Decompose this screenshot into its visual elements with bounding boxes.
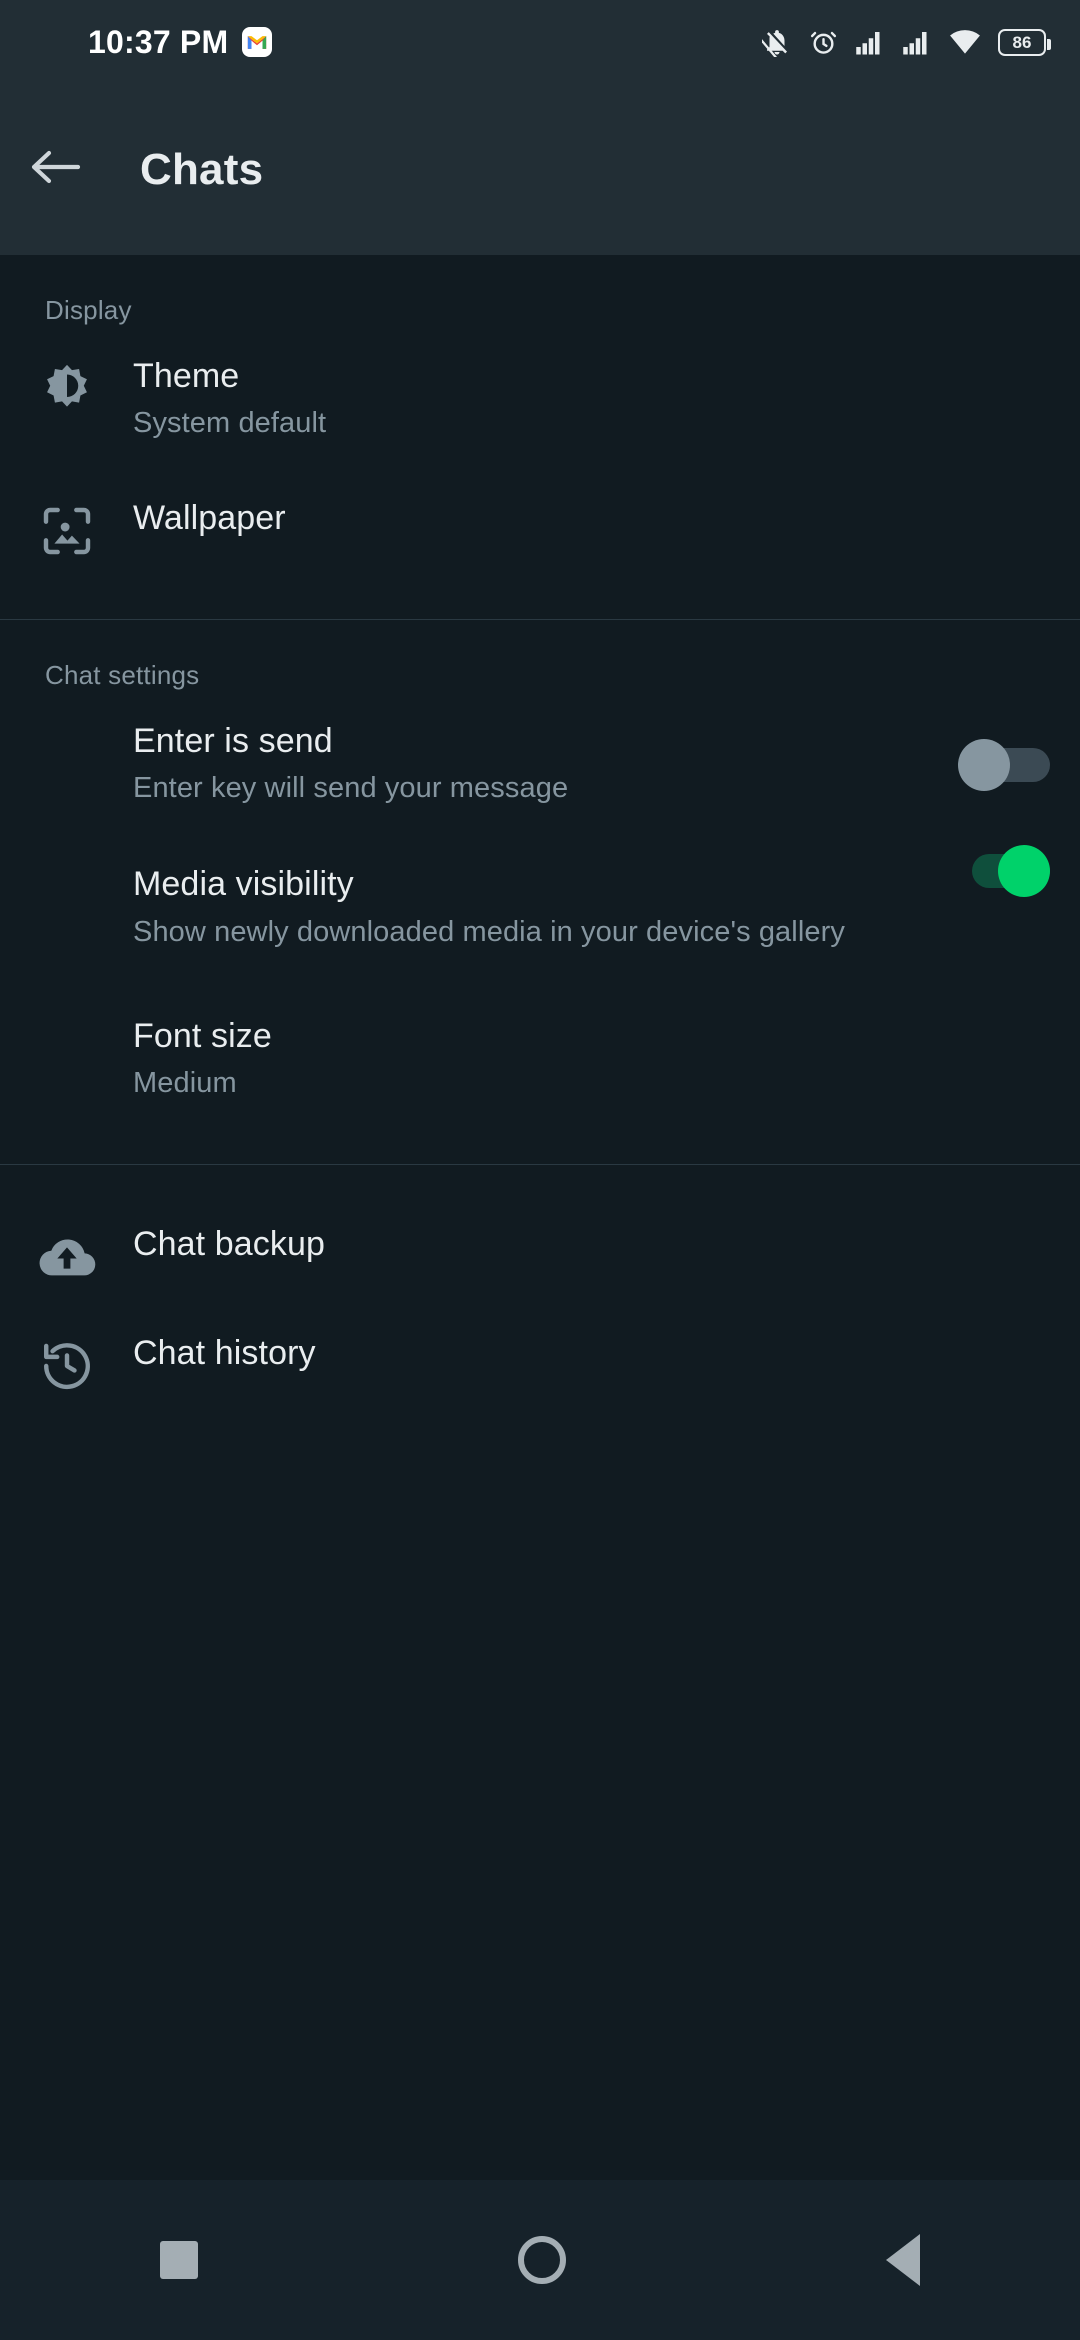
page-title: Chats xyxy=(140,144,264,194)
back-triangle-icon[interactable] xyxy=(886,2234,920,2286)
row-theme-subtitle: System default xyxy=(133,407,327,440)
brightness-theme-icon xyxy=(0,357,133,419)
row-theme-text: Theme System default xyxy=(133,357,1080,442)
section-header-display: Display xyxy=(45,295,132,325)
row-enter-is-send[interactable]: Enter is send Enter key will send your m… xyxy=(0,705,1080,827)
signal-bars-icon xyxy=(855,29,885,55)
row-chat-history-title: Chat history xyxy=(133,1333,316,1372)
home-circle-icon[interactable] xyxy=(518,2236,566,2284)
row-theme-title: Theme xyxy=(133,357,240,395)
section-chat-settings: Chat settings Enter is send Enter key wi… xyxy=(0,620,1080,1165)
status-bar-left: 10:37 PM xyxy=(88,23,273,61)
cloud-upload-icon xyxy=(0,1225,133,1287)
status-bar-clock: 10:37 PM xyxy=(88,23,229,60)
gmail-icon xyxy=(242,27,273,57)
row-font-size-title: Font size xyxy=(133,1016,272,1055)
back-button[interactable] xyxy=(8,147,104,192)
toggle-thumb xyxy=(958,738,1010,791)
wallpaper-image-icon xyxy=(0,499,133,559)
toggle-enter-is-send[interactable] xyxy=(958,738,1050,791)
section-header-chat-settings: Chat settings xyxy=(45,660,200,691)
back-arrow-icon xyxy=(30,147,82,192)
wifi-icon xyxy=(949,29,981,55)
row-wallpaper[interactable]: Wallpaper xyxy=(0,463,1080,619)
row-wallpaper-title: Wallpaper xyxy=(133,499,286,538)
row-theme[interactable]: Theme System default xyxy=(0,340,1080,463)
row-font-size-text: Font size Medium xyxy=(133,1017,1080,1102)
section-display: Display Theme System default Wallpaper xyxy=(0,255,1080,621)
row-font-size-icon-slot xyxy=(0,1017,133,1021)
row-media-visibility-title: Media visibility xyxy=(133,865,354,904)
row-chat-history[interactable]: Chat history xyxy=(0,1287,1080,1394)
notifications-off-icon xyxy=(762,27,792,57)
row-chat-history-text: Chat history xyxy=(133,1334,1080,1373)
status-bar-right: 86 xyxy=(762,27,1051,57)
row-enter-is-send-icon-slot xyxy=(0,763,133,767)
history-clock-icon xyxy=(0,1334,133,1394)
battery-icon: 86 xyxy=(998,28,1051,56)
row-media-visibility-icon-slot xyxy=(0,865,133,869)
system-navigation-bar xyxy=(0,2180,1080,2340)
alarm-icon xyxy=(809,28,838,57)
row-media-visibility-subtitle: Show newly downloaded media in your devi… xyxy=(133,915,845,948)
row-chat-backup[interactable]: Chat backup xyxy=(0,1165,1080,1287)
row-font-size[interactable]: Font size Medium xyxy=(0,971,1080,1164)
recents-square-icon[interactable] xyxy=(160,2241,198,2279)
status-bar: 10:37 PM 86 xyxy=(0,0,1080,84)
app-screen: 10:37 PM 86 Chats Display Theme System d… xyxy=(0,0,1080,2340)
row-enter-is-send-text: Enter is send Enter key will send your m… xyxy=(133,722,958,807)
row-enter-is-send-subtitle: Enter key will send your message xyxy=(133,772,569,805)
row-media-visibility[interactable]: Media visibility Show newly downloaded m… xyxy=(0,827,1080,970)
row-enter-is-send-title: Enter is send xyxy=(133,722,333,761)
app-toolbar: Chats xyxy=(0,84,1080,255)
row-chat-backup-text: Chat backup xyxy=(133,1225,1080,1264)
signal-bars-icon xyxy=(902,29,932,55)
battery-percent: 86 xyxy=(1012,32,1032,52)
toggle-media-visibility[interactable] xyxy=(958,845,1050,898)
row-media-visibility-text: Media visibility Show newly downloaded m… xyxy=(133,865,1080,950)
row-wallpaper-text: Wallpaper xyxy=(133,499,1080,538)
settings-content: Display Theme System default Wallpaper C… xyxy=(0,255,1080,2340)
row-font-size-subtitle: Medium xyxy=(133,1066,237,1099)
row-chat-backup-title: Chat backup xyxy=(133,1224,326,1263)
section-backup: Chat backup Chat history xyxy=(0,1165,1080,1394)
